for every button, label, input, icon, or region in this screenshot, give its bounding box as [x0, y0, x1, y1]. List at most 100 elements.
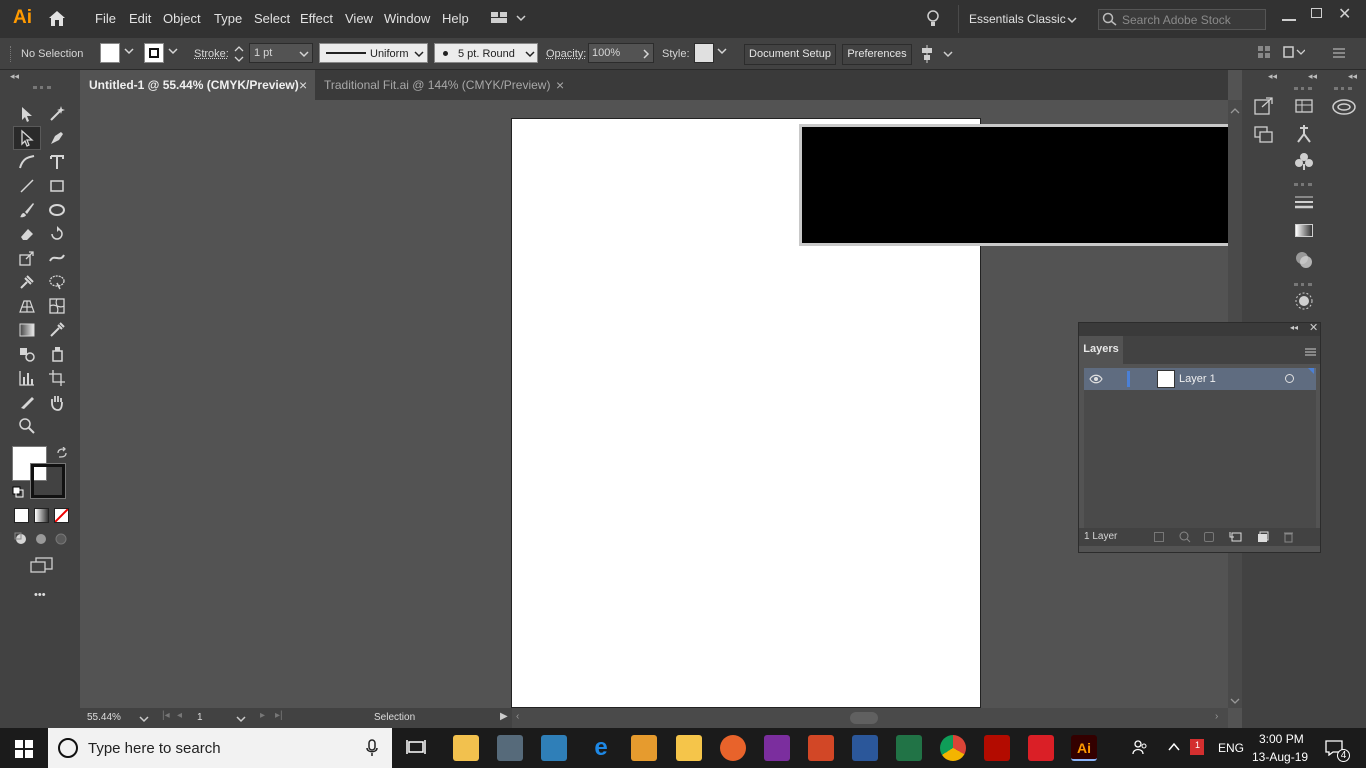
variable-width-profile[interactable]: Uniform	[319, 43, 428, 63]
last-artboard-icon[interactable]: ▸|	[275, 710, 283, 721]
menu-file[interactable]: File	[95, 11, 116, 26]
task-view-icon[interactable]	[406, 738, 426, 759]
make-clipping-mask-icon[interactable]	[1204, 532, 1214, 542]
app-icon-2[interactable]	[541, 735, 567, 761]
perspective-grid-icon[interactable]	[13, 294, 41, 318]
eraser-tool-icon[interactable]	[13, 222, 41, 246]
appearance-icon[interactable]	[1295, 292, 1313, 313]
free-transform-icon[interactable]	[43, 270, 71, 294]
direct-selection-icon[interactable]	[13, 126, 41, 150]
curvature-tool-icon[interactable]	[13, 150, 41, 174]
width-tool-icon[interactable]	[43, 246, 71, 270]
clock-date[interactable]: 13-Aug-19	[1252, 750, 1308, 764]
edge-browser-icon[interactable]: e	[588, 735, 614, 761]
zoom-tool-icon[interactable]	[13, 414, 41, 438]
transparency-icon[interactable]	[1295, 251, 1313, 272]
creative-cloud-libraries-icon[interactable]	[1332, 98, 1356, 119]
slice-tool-icon[interactable]	[13, 390, 41, 414]
draw-inside-icon[interactable]	[54, 532, 68, 549]
close-window-icon[interactable]: ✕	[1338, 4, 1351, 24]
blend-tool-icon[interactable]	[13, 342, 41, 366]
shaper-tool-icon[interactable]	[43, 198, 71, 222]
stroke-label[interactable]: Stroke:	[194, 48, 229, 60]
scroll-right-icon[interactable]: ›	[1215, 711, 1218, 722]
symbols-icon[interactable]	[1295, 152, 1313, 173]
firefox-icon[interactable]	[720, 735, 746, 761]
scroll-left-icon[interactable]: ‹	[516, 711, 519, 722]
chrome-icon[interactable]	[940, 735, 966, 761]
collapse-dock-icon[interactable]: ◂◂	[1268, 71, 1277, 82]
collapse-dock-icon[interactable]: ◂◂	[1348, 71, 1357, 82]
gradient-tool-icon[interactable]	[13, 318, 41, 342]
menu-effect[interactable]: Effect	[300, 11, 333, 26]
pen-tool-icon[interactable]	[43, 126, 71, 150]
layers-tab[interactable]: Layers	[1079, 336, 1123, 364]
preferences-button[interactable]: Preferences	[842, 44, 912, 65]
next-artboard-icon[interactable]: ▸	[260, 710, 265, 721]
media-app-icon[interactable]	[631, 735, 657, 761]
maximize-icon[interactable]	[1311, 8, 1322, 18]
gradient-mode-icon[interactable]	[34, 508, 49, 523]
menu-select[interactable]: Select	[254, 11, 290, 26]
selection-tool-icon[interactable]	[13, 102, 41, 126]
stroke-panel-icon[interactable]	[1295, 195, 1313, 212]
draw-normal-icon[interactable]	[14, 532, 28, 549]
graphic-style-swatch[interactable]	[694, 43, 714, 63]
stroke-stepper[interactable]	[233, 44, 245, 67]
menu-help[interactable]: Help	[442, 11, 469, 26]
acrobat-icon[interactable]	[984, 735, 1010, 761]
lightbulb-icon[interactable]	[926, 10, 940, 31]
new-layer-icon[interactable]	[1257, 531, 1269, 546]
draw-behind-icon[interactable]	[34, 532, 48, 549]
rectangle-tool-icon[interactable]	[43, 174, 71, 198]
locate-object-icon[interactable]	[1179, 531, 1191, 546]
align-icon[interactable]	[920, 45, 954, 66]
column-graph-icon[interactable]	[13, 366, 41, 390]
folder-app-icon[interactable]	[676, 735, 702, 761]
hand-tool-icon[interactable]	[43, 390, 71, 414]
line-tool-icon[interactable]	[13, 174, 41, 198]
layer-row[interactable]: Layer 1	[1084, 368, 1316, 390]
workspace-switcher[interactable]: Essentials Classic	[958, 5, 1083, 33]
swap-colors-icon[interactable]	[56, 446, 68, 462]
stroke-dropdown[interactable]	[168, 47, 178, 57]
artboard-number-field[interactable]: 1	[193, 710, 249, 726]
powerpoint-icon[interactable]	[808, 735, 834, 761]
delete-layer-icon[interactable]	[1283, 531, 1294, 546]
scroll-up-icon[interactable]	[1230, 104, 1240, 118]
previous-artboard-icon[interactable]: ◂	[177, 710, 182, 721]
horizontal-scrollbar[interactable]: ‹ ›	[512, 708, 1228, 728]
layer-target-icon[interactable]	[1285, 374, 1294, 383]
magic-wand-icon[interactable]	[43, 102, 71, 126]
export-icon[interactable]	[1254, 97, 1274, 118]
taskbar-search-box[interactable]: Type here to search	[48, 728, 392, 768]
puppet-warp-icon[interactable]	[13, 270, 41, 294]
fill-swatch[interactable]	[100, 43, 120, 63]
paintbrush-tool-icon[interactable]	[13, 198, 41, 222]
gradient-panel-icon[interactable]	[1295, 224, 1313, 237]
artboard-tool-icon[interactable]	[43, 366, 71, 390]
status-menu-icon[interactable]: ▶	[500, 711, 508, 722]
fill-dropdown[interactable]	[124, 47, 134, 57]
color-mode-icon[interactable]	[14, 508, 29, 523]
default-colors-icon[interactable]	[12, 486, 24, 501]
menu-edit[interactable]: Edit	[129, 11, 151, 26]
word-icon[interactable]	[852, 735, 878, 761]
style-dropdown[interactable]	[717, 47, 727, 57]
file-explorer-icon[interactable]	[453, 735, 479, 761]
language-indicator[interactable]: ENG	[1218, 741, 1244, 755]
panel-menu-icon[interactable]	[1305, 345, 1316, 359]
stroke-weight-field[interactable]: 1 pt	[249, 43, 313, 63]
tab-traditional-fit[interactable]: Traditional Fit.ai @ 144% (CMYK/Preview)…	[316, 70, 576, 100]
rotate-tool-icon[interactable]	[43, 222, 71, 246]
tab-close-icon[interactable]: ×	[299, 70, 307, 100]
layer-name[interactable]: Layer 1	[1179, 373, 1216, 385]
app-icon-1[interactable]	[497, 735, 523, 761]
microphone-icon[interactable]	[366, 739, 378, 760]
eyedropper-icon[interactable]	[43, 318, 71, 342]
symbol-sprayer-icon[interactable]	[43, 342, 71, 366]
collapse-dock-icon[interactable]: ◂◂	[1308, 71, 1317, 82]
brushes-icon[interactable]	[1295, 124, 1313, 147]
mesh-tool-icon[interactable]	[43, 294, 71, 318]
control-menu-icon[interactable]	[1333, 47, 1345, 61]
